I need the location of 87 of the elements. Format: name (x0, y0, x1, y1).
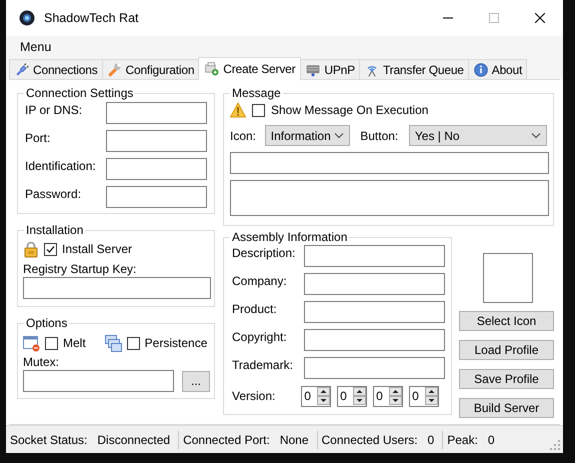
tab[interactable]: About (468, 59, 528, 79)
spinner-arrows-icon (389, 387, 402, 405)
status-label: Peak: (447, 432, 478, 446)
text-field[interactable] (304, 357, 445, 379)
text-field[interactable] (23, 277, 211, 299)
text-field[interactable] (23, 370, 174, 392)
action-button[interactable]: Build Server (459, 398, 554, 418)
icon-preview (483, 253, 533, 303)
action-button[interactable]: Select Icon (459, 311, 554, 331)
checkbox-label: Install Server (62, 242, 132, 256)
antenna-icon (367, 66, 377, 76)
window-delete-icon (23, 334, 40, 352)
field-label: Description: (232, 246, 296, 260)
checkbox[interactable] (252, 104, 265, 116)
field-label: IP or DNS: (25, 103, 84, 117)
field-label: Mutex: (23, 355, 60, 369)
field-label: Product: (232, 302, 278, 316)
text-field[interactable] (304, 245, 445, 267)
plug-icon (16, 62, 29, 76)
text-field[interactable] (106, 158, 207, 180)
stacked-windows-icon (104, 334, 122, 352)
group-title: Message (230, 86, 283, 101)
text-field[interactable] (304, 301, 445, 323)
maximize-icon (489, 13, 499, 23)
resize-grip-icon (550, 440, 560, 450)
field-label: Password: (25, 187, 82, 201)
field-label: Company: (232, 274, 288, 288)
chevron-icon (334, 132, 344, 139)
version-spinner[interactable]: 0 (373, 386, 404, 406)
text-field[interactable] (106, 130, 207, 152)
checkbox[interactable] (45, 336, 58, 350)
group-title: Options (24, 316, 70, 331)
spinner-arrows-icon (425, 387, 438, 405)
text-field[interactable] (304, 329, 445, 351)
menu-item[interactable]: Menu (10, 38, 62, 56)
server-box-icon (206, 62, 219, 76)
text-field[interactable] (106, 186, 207, 208)
field-label: Port: (25, 131, 52, 145)
text-field[interactable] (106, 102, 207, 124)
checkbox[interactable] (44, 242, 57, 256)
spinner-arrows-icon (317, 387, 330, 405)
version-spinner[interactable]: 0 (337, 386, 368, 406)
tab[interactable]: Create Server (198, 57, 302, 80)
group-title: Connection Settings (24, 86, 136, 101)
checkbox-label: Melt (63, 336, 86, 350)
action-button[interactable]: Load Profile (459, 340, 554, 360)
action-button[interactable]: Save Profile (459, 369, 554, 389)
app-icon (19, 10, 35, 26)
info-icon (474, 62, 488, 76)
status-label: Connected Users: (322, 432, 418, 446)
checkbox-label: Show Message On Execution (271, 103, 428, 117)
spinner-arrows-icon (353, 387, 366, 405)
tab[interactable]: Connections (9, 59, 103, 79)
browse-button[interactable]: ... (182, 370, 210, 392)
tab[interactable]: Transfer Queue (358, 59, 469, 79)
text-field[interactable] (304, 273, 445, 295)
field-label: Button: (360, 128, 400, 142)
icon-dropdown[interactable]: Information (264, 125, 350, 146)
field-label: Identification: (25, 159, 97, 173)
field-label: Icon: (230, 128, 258, 142)
version-spinner[interactable]: 0 (409, 386, 440, 406)
group-title: Assembly Information (230, 230, 350, 245)
text-field[interactable] (230, 152, 549, 174)
checkbox[interactable] (126, 336, 140, 350)
status-label: Connected Port: (183, 432, 270, 446)
field-label: Copyright: (232, 330, 288, 344)
status-value: 0 (428, 432, 434, 446)
version-spinner[interactable]: 0 (301, 386, 332, 406)
field-label: Trademark: (232, 358, 294, 372)
text-area[interactable] (230, 180, 549, 216)
tab[interactable]: UPnP (300, 59, 360, 79)
checkbox-label: Persistence (144, 336, 208, 350)
wrench-icon (108, 63, 120, 76)
lock-icon (23, 240, 39, 258)
warning-icon (230, 102, 246, 118)
close-icon (535, 13, 545, 23)
status-label: Socket Status: (10, 432, 88, 446)
status-value: None (280, 432, 308, 446)
status-value: 0 (488, 432, 495, 446)
router-icon (307, 64, 320, 76)
field-label: Version: (232, 389, 276, 403)
field-label: Registry Startup Key: (23, 262, 136, 276)
status-value: Disconnected (97, 432, 170, 446)
chevron-icon (531, 132, 541, 139)
button-dropdown[interactable]: Yes | No (408, 125, 547, 146)
window-title: ShadowTech Rat (44, 11, 139, 25)
tab[interactable]: Configuration (102, 59, 200, 79)
